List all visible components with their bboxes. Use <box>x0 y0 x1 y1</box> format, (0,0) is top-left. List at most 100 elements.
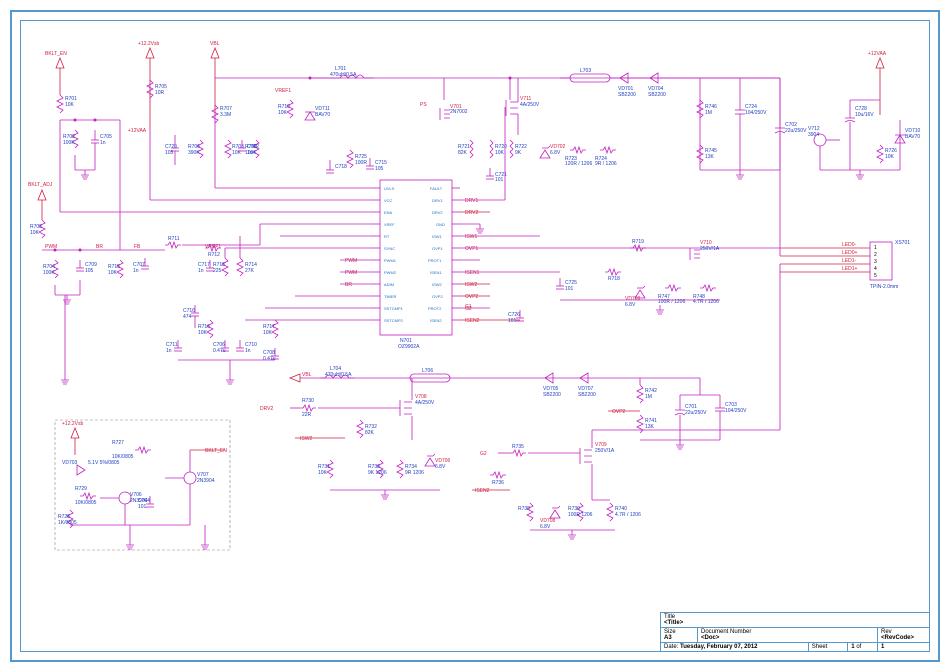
vd701: VD701SB2200 <box>618 73 636 98</box>
r729: R72910K/0805 <box>75 486 97 506</box>
svg-text:474: 474 <box>183 314 192 320</box>
svg-text:+12.2Vsb: +12.2Vsb <box>138 41 159 47</box>
svg-text:ISEN1: ISEN1 <box>465 270 480 276</box>
svg-text:3.3M: 3.3M <box>220 112 231 118</box>
c726: C726101 <box>508 310 524 324</box>
svg-text:FB: FB <box>134 244 141 250</box>
r706: R706390K <box>188 140 203 158</box>
svg-text:2N3904: 2N3904 <box>197 478 215 484</box>
r718: R718 <box>605 269 621 282</box>
svg-text:DRV2: DRV2 <box>465 210 478 216</box>
c701: C70122u/250V <box>675 395 707 440</box>
r715: R71510K <box>108 260 123 278</box>
svg-text:OVP1: OVP1 <box>465 246 479 252</box>
svg-text:SB2200: SB2200 <box>648 92 666 98</box>
svg-text:2: 2 <box>874 252 877 258</box>
svg-text:L703: L703 <box>580 68 591 74</box>
svg-text:RT: RT <box>384 234 390 239</box>
svg-text:VD703: VD703 <box>62 460 78 466</box>
r708: R70810K <box>225 140 244 158</box>
svg-text:LED0-: LED0- <box>842 242 857 248</box>
r710: R71010K <box>278 100 293 118</box>
svg-text:10K/0805: 10K/0805 <box>112 454 134 460</box>
svg-text:1: 1 <box>874 245 877 251</box>
v701: V7012N7002 <box>440 104 468 120</box>
svg-text:L706: L706 <box>422 368 433 374</box>
svg-text:R711: R711 <box>168 236 180 242</box>
vd708: VD7086.8V <box>540 506 560 530</box>
l701: L701 470uH/0.5A <box>310 66 374 78</box>
svg-text:10K: 10K <box>263 330 273 336</box>
svg-text:R712: R712 <box>208 252 220 258</box>
r713-r714: R713225 R71427K <box>213 258 257 276</box>
svg-text:R730: R730 <box>302 398 314 404</box>
svg-text:250V/1A: 250V/1A <box>700 246 720 252</box>
svg-text:120R / 1206: 120R / 1206 <box>565 161 592 167</box>
svg-text:BKLT_EN: BKLT_EN <box>45 51 67 57</box>
svg-text:22u/250V: 22u/250V <box>685 410 707 416</box>
r732: R73282K <box>357 420 377 438</box>
svg-text:100K: 100K <box>63 140 75 146</box>
r738: R738 <box>518 503 533 521</box>
svg-text:OVP2: OVP2 <box>612 409 626 415</box>
svg-text:SB2200: SB2200 <box>543 392 561 398</box>
svg-text:OVP1: OVP1 <box>432 246 443 251</box>
svg-text:DRV1: DRV1 <box>465 198 478 204</box>
svg-text:10R: 10R <box>155 90 165 96</box>
svg-text:9K: 9K <box>515 150 522 156</box>
svg-text:VBL: VBL <box>302 372 312 378</box>
svg-text:R735: R735 <box>512 444 524 450</box>
svg-text:82K: 82K <box>458 150 468 156</box>
svg-text:BAV70: BAV70 <box>315 112 330 118</box>
svg-text:SB2200: SB2200 <box>578 392 596 398</box>
r719: R719 <box>630 239 646 251</box>
svg-text:13K: 13K <box>705 154 715 160</box>
svg-text:105: 105 <box>375 166 384 172</box>
svg-text:10u/16V: 10u/16V <box>855 112 874 118</box>
c709: C709105 <box>76 260 97 274</box>
svg-text:101: 101 <box>565 286 574 292</box>
flag-bklt-en: BKLT_EN <box>45 51 67 95</box>
vd709: VD7096.8V <box>625 286 645 308</box>
svg-text:4: 4 <box>874 266 877 272</box>
r731: R73110K <box>318 460 333 478</box>
vd703: VD7035.1V 5%/0805 <box>62 460 120 475</box>
svg-text:DRV1: DRV1 <box>432 198 443 203</box>
flag-bklt-adj: BKLT_ADJ <box>28 182 53 220</box>
c716: C716474 <box>183 305 199 328</box>
svg-text:0.47u: 0.47u <box>213 348 226 354</box>
svg-text:DRV2: DRV2 <box>432 210 443 215</box>
vd705: VD705SB2200 <box>543 373 561 398</box>
svg-text:9R 1206: 9R 1206 <box>405 470 424 476</box>
c703: C703104/250V <box>715 395 747 440</box>
svg-text:ISW1: ISW1 <box>465 234 477 240</box>
svg-text:ISEN2: ISEN2 <box>465 318 480 324</box>
r711: R711 <box>165 236 181 248</box>
svg-text:22u/250V: 22u/250V <box>785 128 807 134</box>
l703: L703 <box>560 68 700 82</box>
svg-text:100K: 100K <box>43 270 55 276</box>
c705: C7051n <box>91 130 112 155</box>
c728: C72810u/16V <box>845 100 874 170</box>
r721: R72182K <box>458 140 473 158</box>
vd702: VD7026.8V <box>540 144 566 158</box>
svg-text:100R 1206: 100R 1206 <box>568 512 593 518</box>
r702: R702100K <box>63 130 78 148</box>
svg-text:ISEN1: ISEN1 <box>430 270 442 275</box>
svg-text:BR: BR <box>345 282 352 288</box>
svg-text:PROT1: PROT1 <box>428 258 442 263</box>
svg-text:ADIM: ADIM <box>384 282 394 287</box>
svg-text:101: 101 <box>508 318 517 324</box>
svg-text:105: 105 <box>85 268 94 274</box>
svg-text:VREF1: VREF1 <box>275 88 291 94</box>
r736: R736 <box>490 472 506 486</box>
r704: R704100K <box>43 260 58 278</box>
r748: R7484.7R / 1206 <box>693 285 719 305</box>
svg-text:10K: 10K <box>30 230 40 236</box>
r723: R723120R / 1206 <box>565 147 592 167</box>
svg-text:10K: 10K <box>65 102 75 108</box>
r722: R7229K <box>510 140 527 158</box>
svg-text:R729: R729 <box>75 486 87 492</box>
v711: V7114A/250V <box>506 78 540 135</box>
svg-text:PWM: PWM <box>45 244 57 250</box>
